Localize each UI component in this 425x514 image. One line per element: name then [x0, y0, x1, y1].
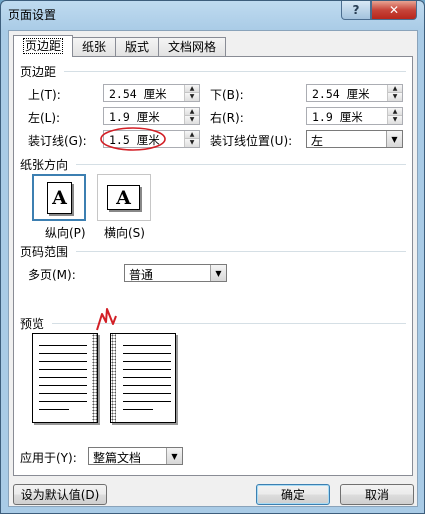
help-button[interactable]: ? — [341, 1, 371, 20]
spin-down-icon[interactable]: ▼ — [388, 93, 402, 101]
spin-up-icon[interactable]: ▲ — [185, 85, 199, 93]
close-icon: ✕ — [388, 3, 400, 17]
spin-up-icon[interactable]: ▲ — [388, 85, 402, 93]
landscape-label: 横向(S) — [104, 226, 145, 240]
top-margin-spinner[interactable]: 2.54 厘米 ▲ ▼ — [103, 84, 200, 102]
bottom-margin-spinner[interactable]: 2.54 厘米 ▲ ▼ — [306, 84, 403, 102]
ok-button[interactable]: 确定 — [256, 484, 330, 505]
preview-left-page — [32, 333, 98, 423]
bottom-margin-label: 下(B): — [210, 88, 244, 102]
right-margin-spinner[interactable]: 1.9 厘米 ▲ ▼ — [306, 107, 403, 125]
gutter-pattern — [111, 334, 116, 422]
tab-document-grid[interactable]: 文档网格 — [158, 37, 227, 57]
tab-paper[interactable]: 纸张 — [72, 37, 117, 57]
spin-down-icon[interactable]: ▼ — [185, 93, 199, 101]
bottom-margin-value: 2.54 厘米 — [312, 87, 370, 101]
cancel-button[interactable]: 取消 — [340, 484, 414, 505]
spin-up-icon[interactable]: ▲ — [185, 131, 199, 139]
orientation-group-title: 纸张方向 — [20, 158, 69, 172]
tab-layout[interactable]: 版式 — [115, 37, 160, 57]
gutter-position-label: 装订线位置(U): — [210, 134, 293, 148]
chevron-down-icon: ▼ — [386, 131, 402, 147]
divider — [64, 71, 406, 72]
divider — [76, 164, 406, 165]
apply-to-select[interactable]: 整篇文档 ▼ — [88, 447, 183, 465]
set-default-button[interactable]: 设为默认值(D) — [13, 484, 107, 505]
tab-margins[interactable]: 页边距 — [13, 35, 74, 57]
apply-to-value: 整篇文档 — [93, 451, 142, 465]
spin-up-icon[interactable]: ▲ — [388, 108, 402, 116]
spin-up-icon[interactable]: ▲ — [185, 108, 199, 116]
portrait-option[interactable]: A — [32, 174, 86, 221]
left-margin-value: 1.9 厘米 — [109, 110, 160, 124]
left-margin-spinner[interactable]: 1.9 厘米 ▲ ▼ — [103, 107, 200, 125]
window-title: 页面设置 — [8, 8, 57, 22]
tab-panel: 页边距 上(T): 2.54 厘米 ▲ ▼ 下(B): 2.54 厘米 ▲ ▼ 左(… — [13, 56, 413, 476]
spin-down-icon[interactable]: ▼ — [185, 116, 199, 124]
top-margin-value: 2.54 厘米 — [109, 87, 167, 101]
title-bar[interactable]: 页面设置 ? ✕ — [1, 1, 424, 28]
spin-down-icon[interactable]: ▼ — [388, 116, 402, 124]
portrait-label: 纵向(P) — [45, 226, 86, 240]
margins-group-title: 页边距 — [20, 65, 57, 79]
page-setup-window: 页面设置 ? ✕ 页边距 纸张 版式 文档网格 页边距 上(T): 2.54 厘… — [0, 0, 425, 514]
multiple-pages-select[interactable]: 普通 ▼ — [124, 264, 227, 282]
red-highlight-ellipse — [100, 127, 166, 151]
pages-group-title: 页码范围 — [20, 245, 69, 259]
multiple-pages-value: 普通 — [129, 268, 154, 282]
portrait-page-icon: A — [47, 182, 72, 214]
right-margin-label: 右(R): — [210, 111, 244, 125]
landscape-option[interactable]: A — [97, 174, 151, 221]
spin-down-icon[interactable]: ▼ — [185, 139, 199, 147]
close-button[interactable]: ✕ — [371, 1, 417, 20]
red-arrow-marker — [96, 308, 117, 331]
gutter-position-value: 左 — [311, 134, 324, 148]
divider — [76, 251, 406, 252]
apply-to-label: 应用于(Y): — [20, 451, 77, 465]
chevron-down-icon: ▼ — [166, 448, 182, 464]
preview-right-page — [110, 333, 176, 423]
tab-strip: 页边距 纸张 版式 文档网格 — [13, 35, 227, 57]
preview-group-title: 预览 — [20, 317, 45, 331]
left-margin-label: 左(L): — [28, 111, 61, 125]
multiple-pages-label: 多页(M): — [28, 268, 76, 282]
dialog-client: 页边距 纸张 版式 文档网格 页边距 上(T): 2.54 厘米 ▲ ▼ 下(B)… — [8, 30, 418, 507]
right-margin-value: 1.9 厘米 — [312, 110, 363, 124]
gutter-position-select[interactable]: 左 ▼ — [306, 130, 403, 148]
gutter-label: 装订线(G): — [28, 134, 87, 148]
top-margin-label: 上(T): — [28, 88, 61, 102]
chevron-down-icon: ▼ — [210, 265, 226, 281]
landscape-page-icon: A — [107, 185, 140, 210]
gutter-pattern — [92, 334, 97, 422]
